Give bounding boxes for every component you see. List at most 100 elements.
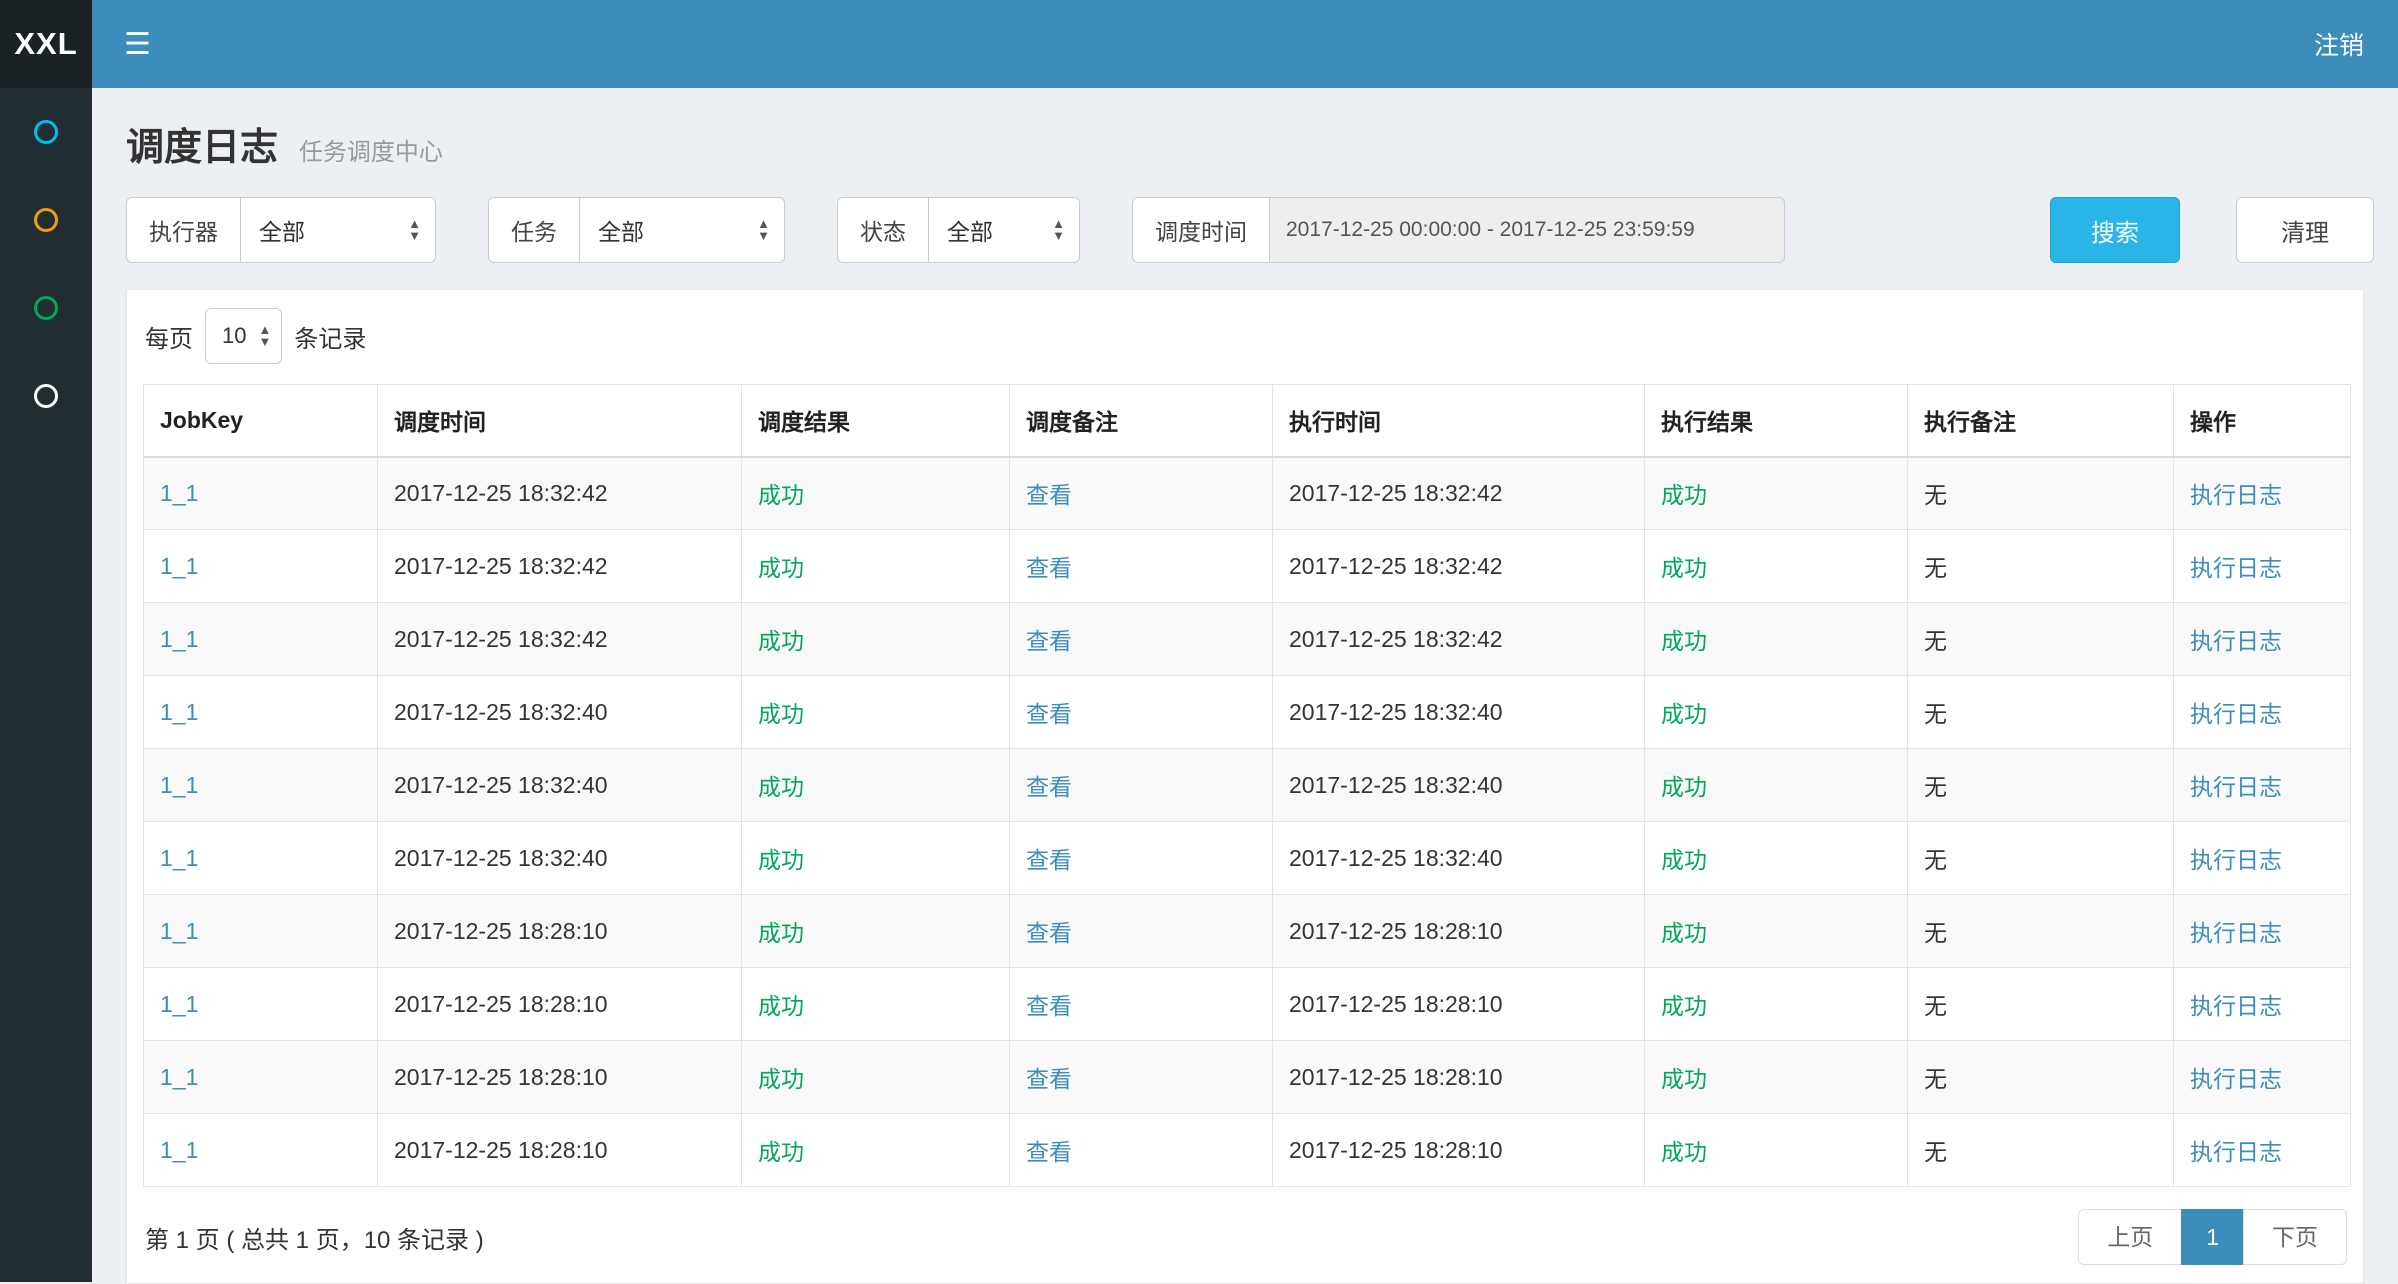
handle-time-cell: 2017-12-25 18:28:10: [1273, 1114, 1645, 1187]
status-select-value: 全部: [947, 213, 1036, 247]
trigger-time-cell: 2017-12-25 18:32:42: [378, 603, 742, 676]
jobkey-link[interactable]: 1_1: [160, 553, 198, 579]
col-header-trigger-time: 调度时间: [378, 385, 742, 457]
top-navbar: XXL ☰ 注销: [0, 0, 2398, 88]
trigger-time-cell: 2017-12-25 18:28:10: [378, 968, 742, 1041]
trigger-msg-link[interactable]: 查看: [1026, 774, 1072, 800]
current-page-button[interactable]: 1: [2181, 1209, 2244, 1265]
trigger-result-cell: 成功: [742, 676, 1010, 749]
handle-msg-cell: 无: [1908, 1041, 2174, 1114]
jobkey-link[interactable]: 1_1: [160, 845, 198, 871]
select-stepper-icon: ▲ ▼: [258, 324, 271, 348]
trigger-time-filter: 调度时间: [1132, 197, 1785, 263]
table-footer: 第 1 页 ( 总共 1 页，10 条记录 ) 上页 1 下页: [143, 1209, 2347, 1265]
trigger-time-filter-label: 调度时间: [1132, 197, 1269, 263]
log-table-header: JobKey 调度时间 调度结果 调度备注 执行时间 执行结果 执行备注 操作: [144, 385, 2351, 457]
search-button[interactable]: 搜索: [2050, 197, 2180, 263]
executor-filter: 执行器 全部 ▲ ▼: [126, 197, 436, 263]
trigger-msg-link[interactable]: 查看: [1026, 482, 1072, 508]
executor-select-value: 全部: [259, 213, 392, 247]
sidebar-menu-item[interactable]: [0, 88, 92, 176]
log-row: 1_1 2017-12-25 18:28:10 成功 查看 2017-12-25…: [144, 968, 2351, 1041]
trigger-result-cell: 成功: [742, 457, 1010, 530]
handle-time-cell: 2017-12-25 18:28:10: [1273, 1041, 1645, 1114]
trigger-msg-link[interactable]: 查看: [1026, 555, 1072, 581]
select-stepper-icon: ▲ ▼: [1052, 218, 1065, 242]
trigger-msg-link[interactable]: 查看: [1026, 701, 1072, 727]
circle-outline-icon: [34, 120, 58, 144]
execution-log-link[interactable]: 执行日志: [2190, 628, 2282, 654]
trigger-time-cell: 2017-12-25 18:28:10: [378, 1041, 742, 1114]
jobkey-link[interactable]: 1_1: [160, 772, 198, 798]
log-row: 1_1 2017-12-25 18:32:40 成功 查看 2017-12-25…: [144, 822, 2351, 895]
jobkey-link[interactable]: 1_1: [160, 480, 198, 506]
jobkey-link[interactable]: 1_1: [160, 991, 198, 1017]
logout-link[interactable]: 注销: [2314, 26, 2398, 62]
trigger-msg-link[interactable]: 查看: [1026, 1139, 1072, 1165]
pagination: 上页 1 下页: [2078, 1209, 2347, 1265]
sidebar-toggle-icon[interactable]: ☰: [92, 27, 183, 62]
execution-log-link[interactable]: 执行日志: [2190, 1139, 2282, 1165]
handle-msg-cell: 无: [1908, 676, 2174, 749]
next-page-button[interactable]: 下页: [2243, 1209, 2347, 1265]
job-select[interactable]: 全部 ▲ ▼: [579, 197, 785, 263]
log-table-body: 1_1 2017-12-25 18:32:42 成功 查看 2017-12-25…: [144, 457, 2351, 1187]
col-header-handle-msg: 执行备注: [1908, 385, 2174, 457]
jobkey-link[interactable]: 1_1: [160, 918, 198, 944]
page-title: 调度日志: [126, 127, 278, 169]
trigger-msg-link[interactable]: 查看: [1026, 847, 1072, 873]
trigger-result-cell: 成功: [742, 968, 1010, 1041]
col-header-handle-time: 执行时间: [1273, 385, 1645, 457]
trigger-time-cell: 2017-12-25 18:32:42: [378, 530, 742, 603]
col-header-jobkey: JobKey: [144, 385, 378, 457]
execution-log-link[interactable]: 执行日志: [2190, 1066, 2282, 1092]
handle-time-cell: 2017-12-25 18:32:42: [1273, 603, 1645, 676]
status-select[interactable]: 全部 ▲ ▼: [928, 197, 1080, 263]
arrow-down-icon: ▼: [757, 230, 770, 242]
arrow-down-icon: ▼: [1052, 230, 1065, 242]
trigger-time-cell: 2017-12-25 18:32:40: [378, 676, 742, 749]
trigger-time-cell: 2017-12-25 18:32:40: [378, 822, 742, 895]
handle-result-cell: 成功: [1645, 457, 1908, 530]
executor-select[interactable]: 全部 ▲ ▼: [240, 197, 436, 263]
arrow-down-icon: ▼: [408, 230, 421, 242]
handle-result-cell: 成功: [1645, 1114, 1908, 1187]
trigger-msg-link[interactable]: 查看: [1026, 628, 1072, 654]
log-table: JobKey 调度时间 调度结果 调度备注 执行时间 执行结果 执行备注 操作 …: [143, 384, 2351, 1187]
executor-filter-label: 执行器: [126, 197, 240, 263]
jobkey-link[interactable]: 1_1: [160, 1137, 198, 1163]
execution-log-link[interactable]: 执行日志: [2190, 774, 2282, 800]
execution-log-link[interactable]: 执行日志: [2190, 920, 2282, 946]
execution-log-link[interactable]: 执行日志: [2190, 482, 2282, 508]
sidebar-menu-item[interactable]: [0, 176, 92, 264]
app-logo[interactable]: XXL: [0, 0, 92, 88]
sidebar-menu-item[interactable]: [0, 264, 92, 352]
log-row: 1_1 2017-12-25 18:32:40 成功 查看 2017-12-25…: [144, 676, 2351, 749]
trigger-time-cell: 2017-12-25 18:32:40: [378, 749, 742, 822]
jobkey-link[interactable]: 1_1: [160, 699, 198, 725]
handle-time-cell: 2017-12-25 18:32:42: [1273, 457, 1645, 530]
trigger-msg-link[interactable]: 查看: [1026, 993, 1072, 1019]
execution-log-link[interactable]: 执行日志: [2190, 701, 2282, 727]
jobkey-link[interactable]: 1_1: [160, 1064, 198, 1090]
trigger-time-range-input[interactable]: [1269, 197, 1785, 263]
sidebar-menu-item[interactable]: [0, 352, 92, 440]
handle-msg-cell: 无: [1908, 1114, 2174, 1187]
jobkey-link[interactable]: 1_1: [160, 626, 198, 652]
execution-log-link[interactable]: 执行日志: [2190, 993, 2282, 1019]
filter-toolbar: 执行器 全部 ▲ ▼ 任务 全部 ▲ ▼: [92, 197, 2398, 263]
execution-log-link[interactable]: 执行日志: [2190, 555, 2282, 581]
trigger-time-cell: 2017-12-25 18:28:10: [378, 1114, 742, 1187]
handle-msg-cell: 无: [1908, 895, 2174, 968]
page-size-select[interactable]: 10 ▲ ▼: [205, 308, 282, 364]
content-header: 调度日志 任务调度中心: [92, 88, 2398, 197]
execution-log-link[interactable]: 执行日志: [2190, 847, 2282, 873]
handle-result-cell: 成功: [1645, 1041, 1908, 1114]
trigger-msg-link[interactable]: 查看: [1026, 920, 1072, 946]
trigger-msg-link[interactable]: 查看: [1026, 1066, 1072, 1092]
job-filter: 任务 全部 ▲ ▼: [488, 197, 785, 263]
handle-result-cell: 成功: [1645, 530, 1908, 603]
clear-button[interactable]: 清理: [2236, 197, 2374, 263]
sidebar: [0, 88, 92, 1282]
prev-page-button[interactable]: 上页: [2078, 1209, 2182, 1265]
